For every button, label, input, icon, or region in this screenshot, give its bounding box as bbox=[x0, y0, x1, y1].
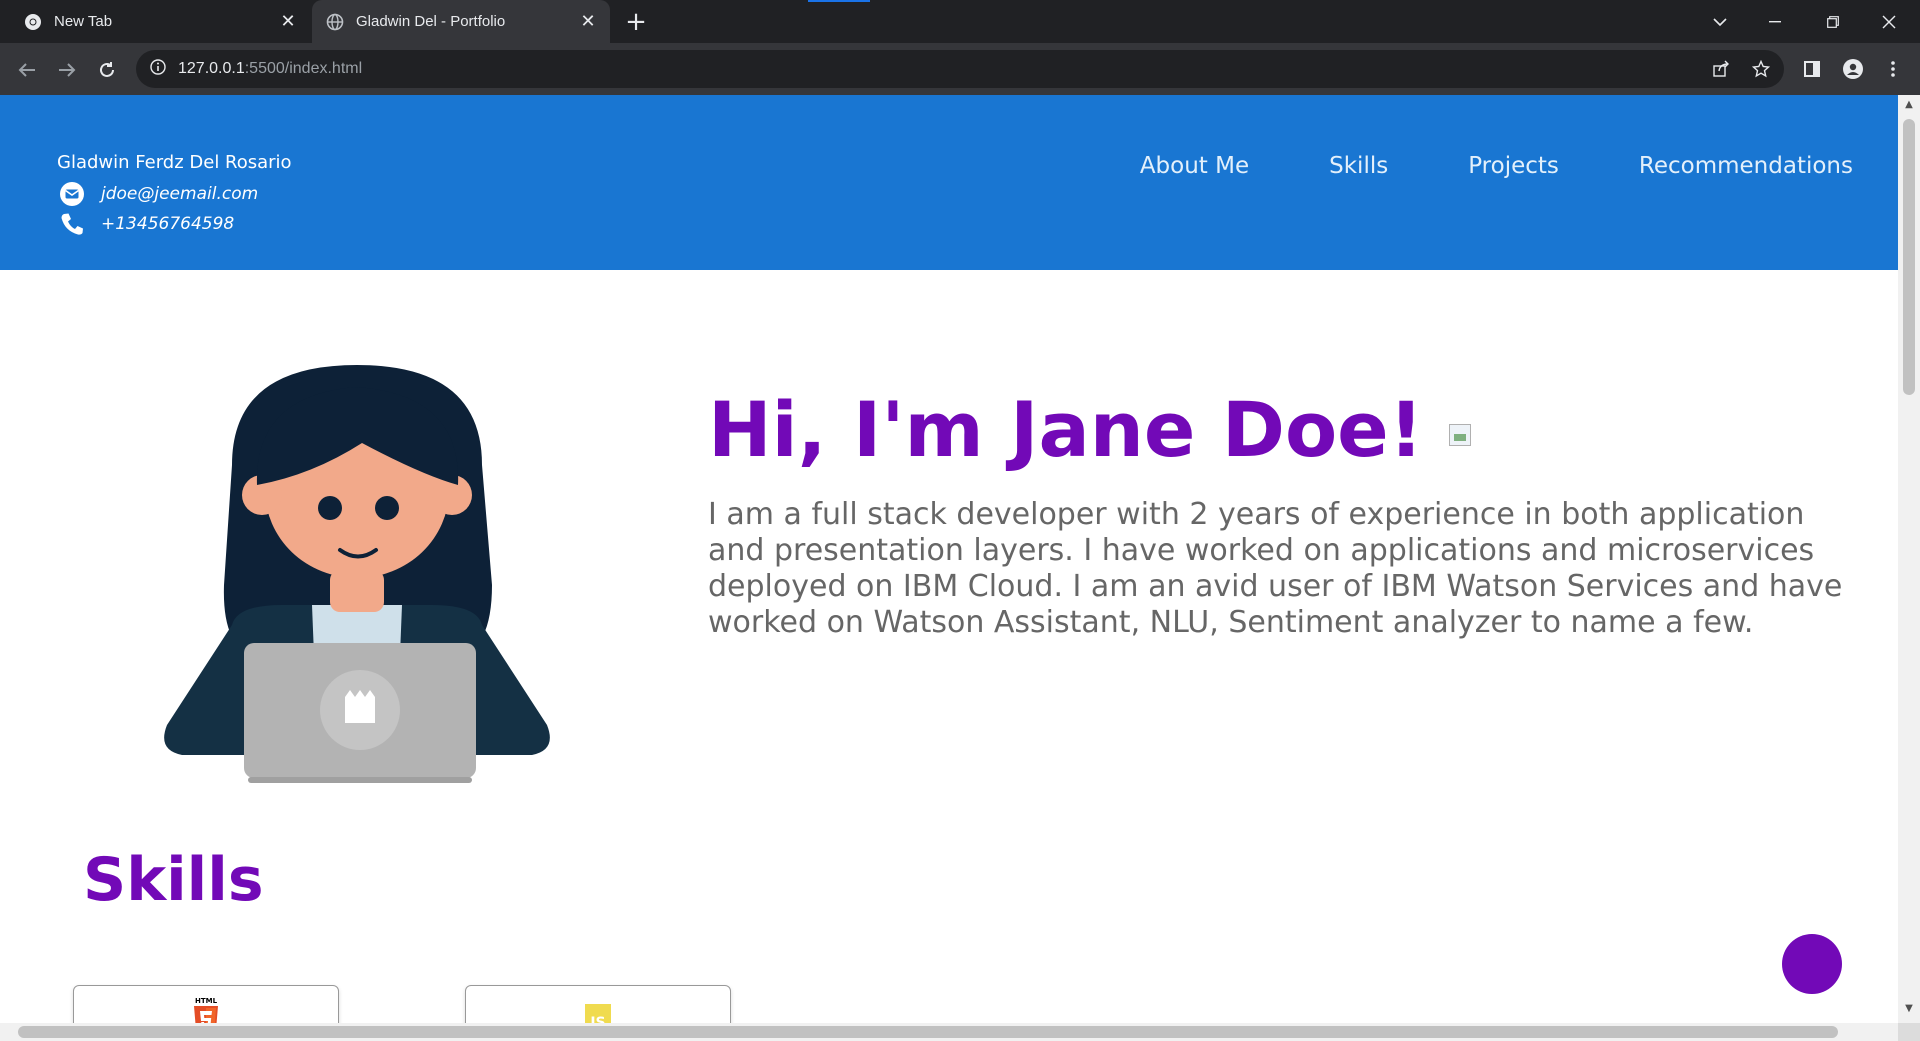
globe-icon bbox=[326, 13, 344, 31]
tab-title: Gladwin Del - Portfolio bbox=[356, 13, 506, 30]
close-icon[interactable]: ✕ bbox=[274, 8, 302, 36]
chrome-icon bbox=[24, 13, 42, 31]
page-viewport: Gladwin Ferdz Del Rosario jdoe@jeemail.c… bbox=[0, 95, 1898, 1023]
horizontal-scroll-thumb[interactable] bbox=[18, 1026, 1838, 1038]
tab-new-tab[interactable]: New Tab ✕ bbox=[0, 0, 310, 43]
envelope-icon bbox=[57, 179, 87, 209]
reload-icon[interactable] bbox=[92, 55, 122, 85]
vertical-scroll-thumb[interactable] bbox=[1903, 119, 1915, 395]
browser-toolbar: 127.0.0.1:5500/index.html bbox=[0, 43, 1920, 95]
hero-description: I am a full stack developer with 2 years… bbox=[708, 497, 1843, 640]
vertical-scrollbar[interactable]: ▲ ▼ bbox=[1898, 95, 1920, 1023]
menu-kebab-icon[interactable] bbox=[1878, 54, 1908, 84]
minimize-icon[interactable] bbox=[1748, 0, 1802, 43]
close-icon[interactable]: ✕ bbox=[574, 8, 602, 36]
new-tab-plus-icon[interactable]: + bbox=[620, 6, 652, 38]
javascript-logo-text: JS bbox=[589, 1015, 605, 1023]
bookmark-star-icon[interactable] bbox=[1746, 54, 1776, 84]
skill-card-html[interactable]: HTML bbox=[73, 985, 339, 1023]
horizontal-scrollbar[interactable] bbox=[0, 1023, 1898, 1041]
tab-loading-indicator bbox=[808, 0, 870, 2]
skills-heading: Skills bbox=[83, 845, 264, 915]
scrollbar-corner bbox=[1898, 1023, 1920, 1041]
email-row[interactable]: jdoe@jeemail.com bbox=[57, 179, 292, 209]
phone-text: +13456764598 bbox=[101, 214, 235, 234]
tab-portfolio[interactable]: Gladwin Del - Portfolio ✕ bbox=[312, 0, 610, 43]
javascript-icon: JS bbox=[585, 1004, 611, 1023]
address-bar[interactable]: 127.0.0.1:5500/index.html bbox=[136, 50, 1784, 88]
nav-skills[interactable]: Skills bbox=[1329, 153, 1388, 179]
html5-logo-text: HTML bbox=[195, 997, 218, 1005]
main-nav: About Me Skills Projects Recommendations bbox=[1140, 153, 1853, 179]
hero-title: Hi, I'm Jane Doe! bbox=[708, 385, 1472, 474]
nav-recommendations[interactable]: Recommendations bbox=[1639, 153, 1853, 179]
nav-about-me[interactable]: About Me bbox=[1140, 153, 1249, 179]
share-icon[interactable] bbox=[1706, 54, 1736, 84]
profile-avatar-icon[interactable] bbox=[1838, 54, 1868, 84]
hero-title-text: Hi, I'm Jane Doe! bbox=[708, 385, 1424, 474]
broken-image-icon bbox=[1449, 423, 1472, 446]
contact-info: Gladwin Ferdz Del Rosario jdoe@jeemail.c… bbox=[57, 152, 292, 239]
back-arrow-icon[interactable] bbox=[12, 55, 42, 85]
tab-title: New Tab bbox=[54, 13, 113, 30]
forward-arrow-icon[interactable] bbox=[52, 55, 82, 85]
site-header: Gladwin Ferdz Del Rosario jdoe@jeemail.c… bbox=[0, 95, 1898, 270]
site-info-icon[interactable] bbox=[150, 59, 166, 79]
developer-avatar-illustration bbox=[164, 365, 550, 783]
restore-icon[interactable] bbox=[1806, 0, 1860, 43]
phone-row[interactable]: +13456764598 bbox=[57, 209, 292, 239]
floating-action-button[interactable] bbox=[1782, 934, 1842, 994]
email-text: jdoe@jeemail.com bbox=[101, 184, 259, 204]
phone-icon bbox=[57, 209, 87, 239]
nav-projects[interactable]: Projects bbox=[1468, 153, 1559, 179]
url-path: :5500/index.html bbox=[244, 60, 363, 77]
skill-card-javascript[interactable]: JS bbox=[465, 985, 731, 1023]
side-panel-icon[interactable] bbox=[1797, 54, 1827, 84]
scroll-up-arrow-icon[interactable]: ▲ bbox=[1903, 99, 1915, 111]
browser-tabstrip: New Tab ✕ Gladwin Del - Portfolio ✕ + bbox=[0, 0, 1920, 43]
owner-name: Gladwin Ferdz Del Rosario bbox=[57, 152, 292, 173]
url-host: 127.0.0.1 bbox=[178, 60, 245, 77]
window-close-icon[interactable] bbox=[1862, 0, 1916, 43]
tab-search-chevron-icon[interactable] bbox=[1693, 0, 1747, 43]
html5-icon: HTML bbox=[194, 997, 218, 1023]
scroll-down-arrow-icon[interactable]: ▼ bbox=[1903, 1003, 1915, 1015]
